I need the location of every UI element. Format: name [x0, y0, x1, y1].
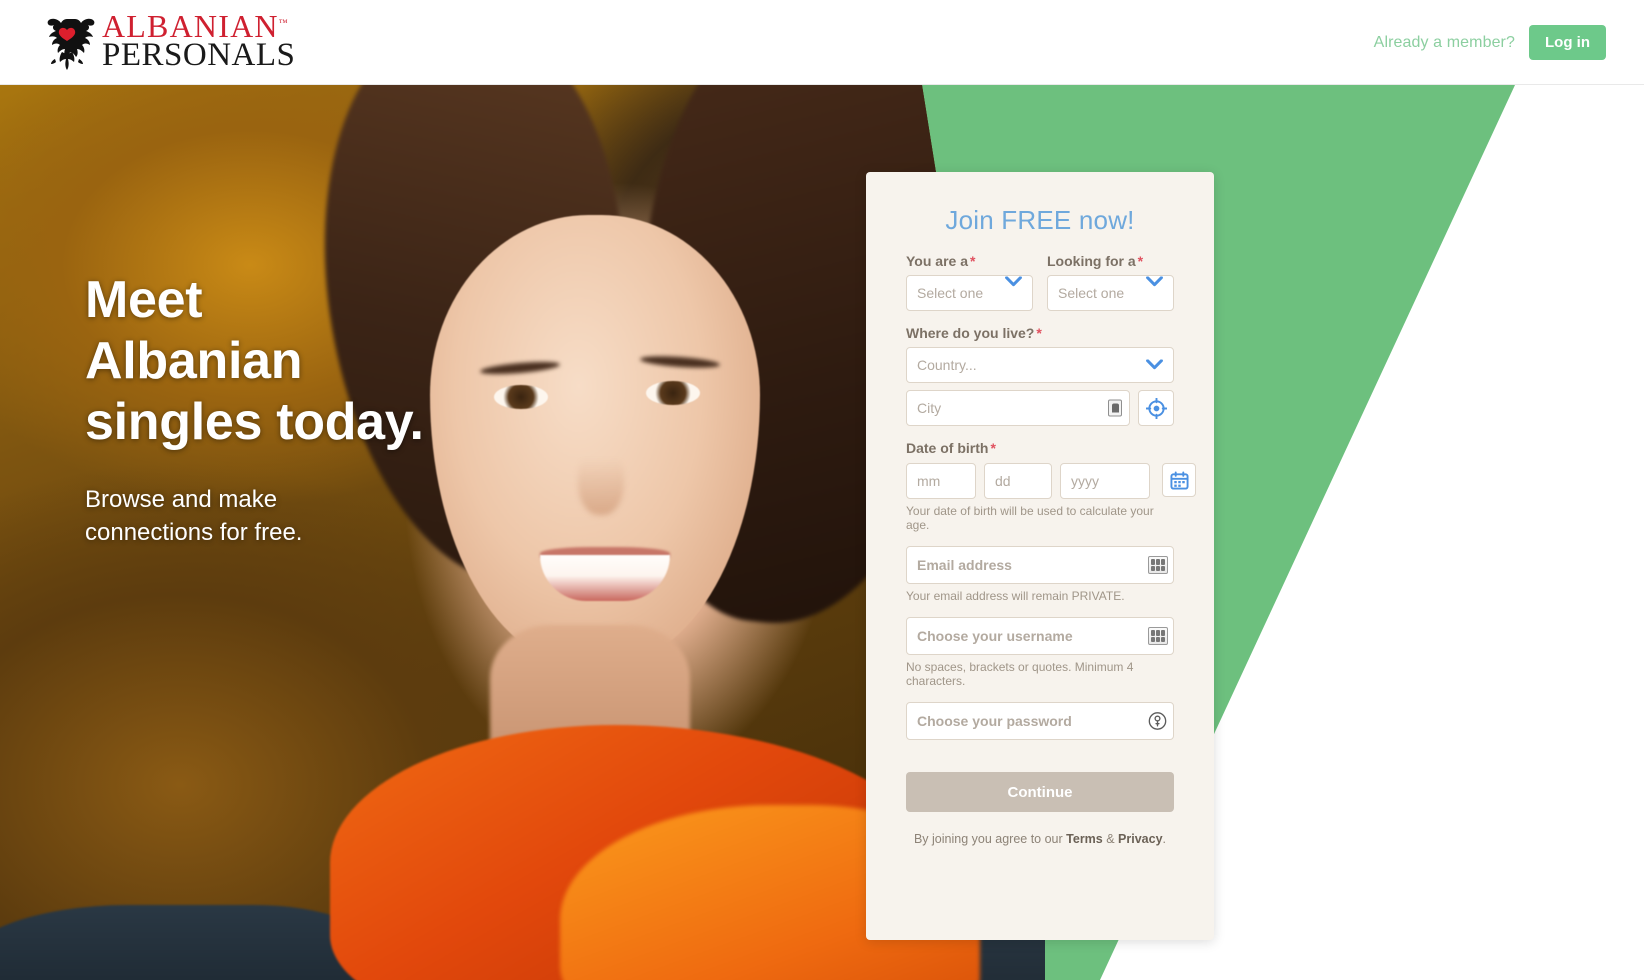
shirt-left — [0, 905, 380, 980]
hero-subheadline: Browse and make connections for free. — [85, 484, 424, 549]
terms-suffix: . — [1162, 832, 1167, 846]
required-marker: * — [1036, 325, 1042, 341]
email-input-wrap — [906, 546, 1174, 584]
geolocate-button[interactable] — [1138, 390, 1174, 426]
you-are-a-select[interactable] — [906, 275, 1033, 311]
looking-for-a-select[interactable] — [1047, 275, 1174, 311]
calendar-picker-button[interactable] — [1162, 463, 1196, 497]
site-logo[interactable]: ALBANIAN™ PERSONALS — [38, 8, 295, 74]
logo-brand-bottom: PERSONALS — [102, 37, 296, 74]
city-input[interactable] — [906, 390, 1130, 426]
looking-for-a-label-text: Looking for a — [1047, 253, 1136, 269]
email-hint: Your email address will remain PRIVATE. — [906, 589, 1125, 603]
hero-stage: Meet Albanian singles today. Browse and … — [0, 85, 1644, 980]
you-are-a-group: You are a * — [906, 253, 1033, 311]
logo-trademark: ™ — [278, 16, 288, 27]
dob-group: Date of birth * mm dd yyyy Your date of … — [906, 440, 1196, 532]
where-do-you-live-label-text: Where do you live? — [906, 325, 1035, 341]
autofill-email-icon[interactable] — [1148, 556, 1168, 574]
password-input[interactable] — [906, 702, 1174, 740]
hero-copy: Meet Albanian singles today. Browse and … — [85, 270, 424, 549]
nose — [578, 445, 624, 515]
password-input-wrap — [906, 702, 1174, 740]
logo-brand-top: ALBANIAN — [102, 7, 279, 44]
logo-wordmark: ALBANIAN™ PERSONALS — [102, 10, 296, 74]
date-of-birth-label-text: Date of birth — [906, 440, 989, 456]
already-member-text: Already a member? — [1373, 33, 1515, 51]
required-marker: * — [970, 253, 976, 269]
hero-headline: Meet Albanian singles today. — [85, 270, 424, 452]
calendar-icon — [1169, 470, 1189, 490]
terms-notice: By joining you agree to our Terms & Priv… — [906, 832, 1174, 846]
gender-preference-row: You are a* Looking for a* — [906, 253, 1174, 311]
dob-hint: Your date of birth will be used to calcu… — [906, 504, 1154, 532]
required-marker: * — [990, 440, 996, 456]
site-header: ALBANIAN™ PERSONALS Already a member? Lo… — [0, 0, 1644, 85]
crosshair-locate-icon — [1145, 397, 1167, 419]
country-select-wrap — [906, 347, 1174, 383]
hero-headline-line-3: singles today. — [85, 392, 424, 451]
dob-year-input[interactable] — [1060, 463, 1150, 499]
terms-amp: & — [1102, 832, 1119, 846]
looking-for-a-group: Looking for a * — [1047, 253, 1174, 311]
hero-headline-line-1: Meet — [85, 271, 203, 329]
required-marker: * — [1137, 253, 1144, 269]
you-are-a-label-text: You are a — [906, 253, 968, 269]
looking-for-a-label: Looking for a * — [1047, 253, 1174, 269]
username-input-wrap — [906, 617, 1174, 655]
signup-card: Join FREE now! You are a* Looking for a* — [866, 172, 1214, 940]
date-of-birth-label: Date of birth * — [906, 440, 1174, 456]
email-input[interactable] — [906, 546, 1174, 584]
eye-right — [646, 381, 700, 405]
double-headed-eagle-heart-icon — [47, 18, 95, 70]
key-icon[interactable] — [1148, 712, 1167, 731]
continue-button[interactable]: Continue — [906, 772, 1174, 812]
autofill-username-icon[interactable] — [1148, 627, 1168, 645]
username-hint: No spaces, brackets or quotes. Minimum 4… — [906, 660, 1134, 688]
privacy-link[interactable]: Privacy — [1118, 832, 1162, 846]
username-group: No spaces, brackets or quotes. Minimum 4… — [906, 617, 1174, 688]
hero-sub-line-1: Browse and make — [85, 486, 278, 514]
terms-link[interactable]: Terms — [1066, 832, 1103, 846]
signup-title: Join FREE now! — [945, 205, 1135, 235]
username-input[interactable] — [906, 617, 1174, 655]
login-button[interactable]: Log in — [1529, 25, 1606, 60]
dob-month-input[interactable] — [906, 463, 976, 499]
eye-left — [494, 385, 548, 409]
hero-headline-line-2: Albanian — [85, 331, 303, 390]
city-row — [906, 390, 1174, 426]
hero-sub-line-2: connections for free. — [85, 518, 303, 546]
city-input-wrap — [906, 390, 1130, 426]
country-select[interactable] — [906, 347, 1174, 383]
where-do-you-live-label: Where do you live? * — [906, 325, 1174, 341]
terms-prefix: By joining you agree to our — [913, 832, 1067, 846]
dob-day-input[interactable] — [984, 463, 1052, 499]
dob-inputs-row — [906, 463, 1196, 499]
you-are-a-label: You are a * — [906, 253, 1033, 269]
location-group: Where do you live? * — [906, 325, 1174, 426]
autofill-contact-icon[interactable] — [1108, 399, 1122, 417]
email-group: Your email address will remain PRIVATE. — [906, 546, 1174, 603]
password-group — [906, 702, 1174, 740]
header-actions: Already a member? Log in — [1374, 0, 1606, 85]
